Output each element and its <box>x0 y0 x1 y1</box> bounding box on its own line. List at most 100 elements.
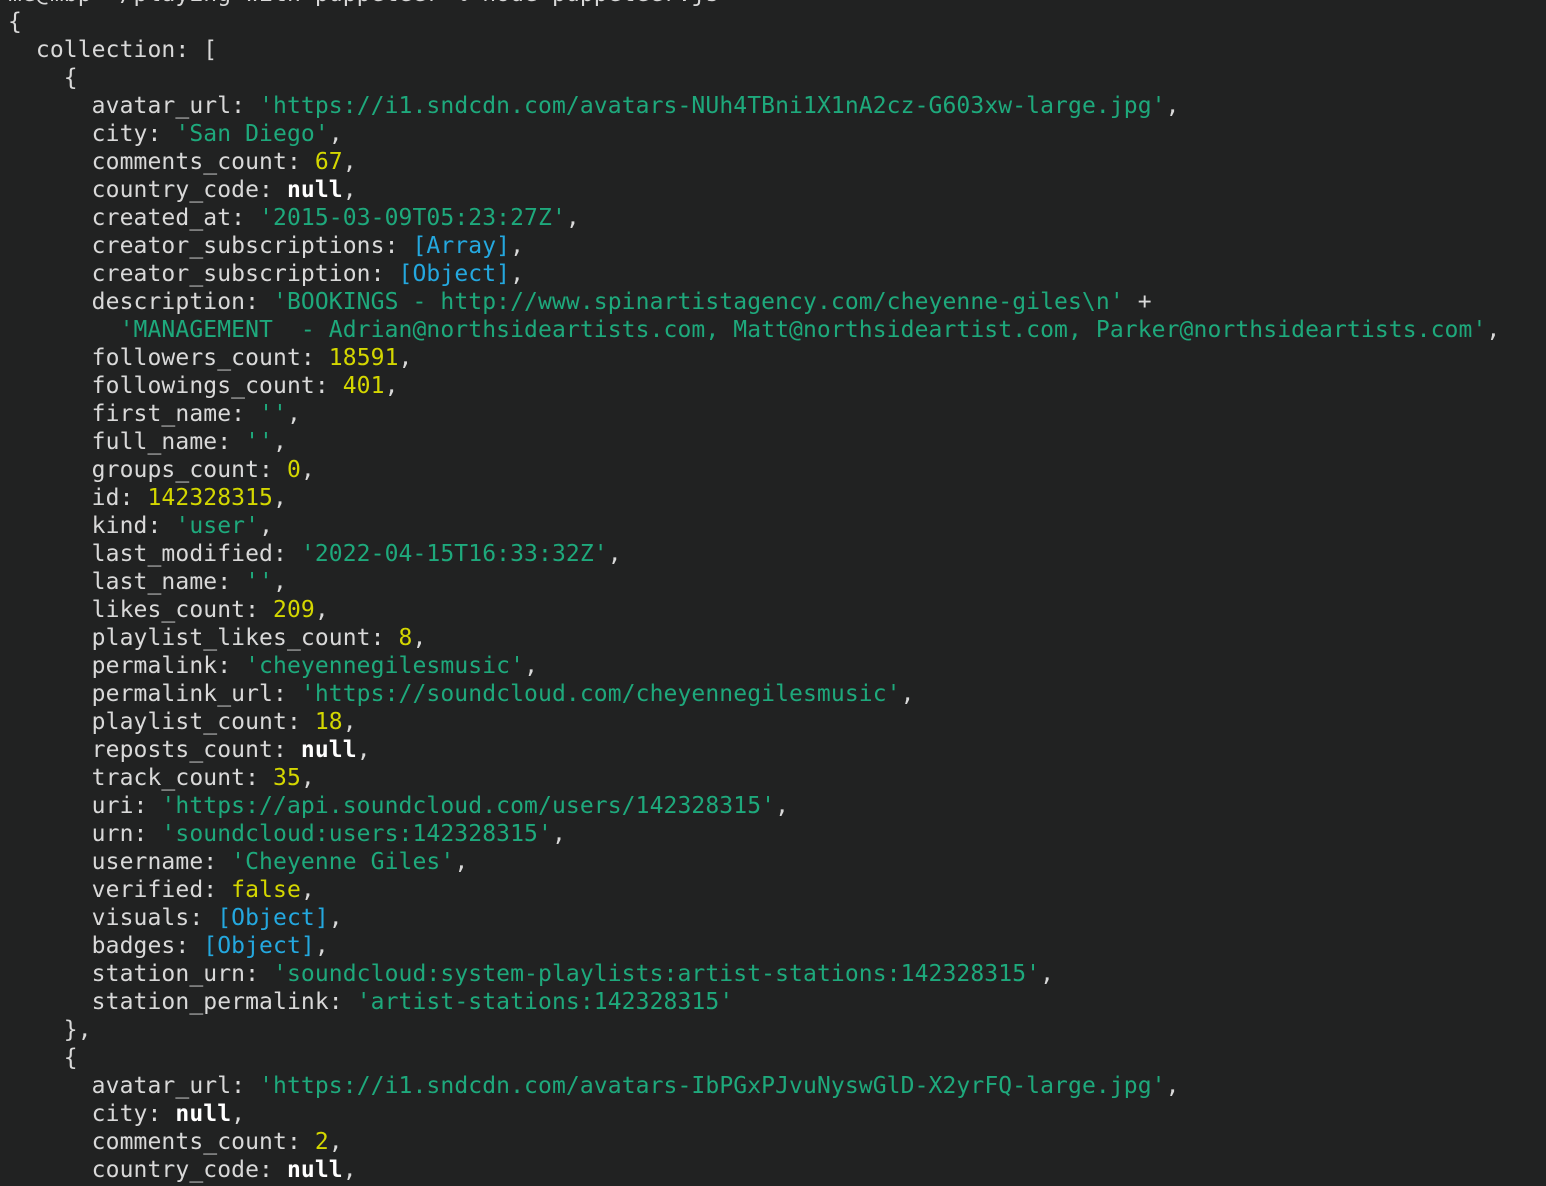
plain-token: , <box>329 1129 343 1155</box>
output-line: created_at: '2015-03-09T05:23:27Z', <box>8 204 1546 232</box>
output-line: 'MANAGEMENT - Adrian@northsideartists.co… <box>8 316 1546 344</box>
string-token: 'soundcloud:system-playlists:artist-stat… <box>273 961 1040 987</box>
output-line: avatar_url: 'https://i1.sndcdn.com/avata… <box>8 1072 1546 1100</box>
plain-token: , <box>343 709 357 735</box>
plain-token: permalink_url: <box>8 681 301 707</box>
string-token: '' <box>245 569 273 595</box>
terminal-screen: me@mbp ~/playing-with-puppeteer % node p… <box>0 0 1546 1186</box>
plain-token: followers_count: <box>8 345 329 371</box>
output-line: me@mbp ~/playing-with-puppeteer % node p… <box>8 0 1546 8</box>
object-ref-token: [Object] <box>399 261 511 287</box>
plain-token: , <box>259 513 273 539</box>
plain-token: full_name: <box>8 429 245 455</box>
plain-token: , <box>901 681 915 707</box>
plain-token: , <box>273 569 287 595</box>
output-line: id: 142328315, <box>8 484 1546 512</box>
string-token: 'San Diego' <box>175 121 328 147</box>
string-token: 'soundcloud:users:142328315' <box>161 821 552 847</box>
output-line: kind: 'user', <box>8 512 1546 540</box>
number-token: 209 <box>273 597 315 623</box>
plain-token: groups_count: <box>8 457 287 483</box>
plain-token: , <box>231 1101 245 1127</box>
output-line: avatar_url: 'https://i1.sndcdn.com/avata… <box>8 92 1546 120</box>
number-token: 18 <box>315 709 343 735</box>
string-token: 'user' <box>175 513 259 539</box>
plain-token: + <box>1124 289 1152 315</box>
number-token: 142328315 <box>147 485 273 511</box>
plain-token: , <box>343 1157 357 1183</box>
null-token: null <box>287 1157 343 1183</box>
plain-token: }, <box>8 1017 92 1043</box>
output-line: creator_subscriptions: [Array], <box>8 232 1546 260</box>
output-line: track_count: 35, <box>8 764 1546 792</box>
output-line: permalink_url: 'https://soundcloud.com/c… <box>8 680 1546 708</box>
plain-token: , <box>399 345 413 371</box>
plain-token: { <box>8 65 78 91</box>
output-line: comments_count: 2, <box>8 1128 1546 1156</box>
plain-token: , <box>343 149 357 175</box>
plain-token: , <box>1040 961 1054 987</box>
output-line: { <box>8 8 1546 36</box>
output-line: collection: [ <box>8 36 1546 64</box>
number-token: false <box>231 877 301 903</box>
string-token: 'artist-stations:142328315' <box>357 989 734 1015</box>
plain-token: creator_subscriptions: <box>8 233 412 259</box>
output-line: }, <box>8 1016 1546 1044</box>
plain-token: , <box>552 821 566 847</box>
plain-token: station_permalink: <box>8 989 357 1015</box>
output-line: followings_count: 401, <box>8 372 1546 400</box>
string-token: 'BOOKINGS - http://www.spinartistagency.… <box>273 289 1124 315</box>
output-line: username: 'Cheyenne Giles', <box>8 848 1546 876</box>
plain-token: username: <box>8 849 231 875</box>
string-token: 'MANAGEMENT - Adrian@northsideartists.co… <box>120 317 1487 343</box>
plain-token: verified: <box>8 877 231 903</box>
number-token: 401 <box>343 373 385 399</box>
plain-token: followings_count: <box>8 373 343 399</box>
string-token: '2015-03-09T05:23:27Z' <box>259 205 566 231</box>
plain-token: , <box>524 653 538 679</box>
string-token: 'https://api.soundcloud.com/users/142328… <box>161 793 775 819</box>
plain-token: , <box>273 429 287 455</box>
plain-token: collection: [ <box>8 37 217 63</box>
plain-token: me@mbp ~/playing-with-puppeteer % node p… <box>8 0 719 7</box>
output-line: playlist_likes_count: 8, <box>8 624 1546 652</box>
plain-token: comments_count: <box>8 1129 315 1155</box>
string-token: '' <box>245 429 273 455</box>
plain-token: { <box>8 9 22 35</box>
plain-token: , <box>329 121 343 147</box>
output-line: followers_count: 18591, <box>8 344 1546 372</box>
plain-token: avatar_url: <box>8 93 259 119</box>
plain-token: { <box>8 1045 78 1071</box>
plain-token: permalink: <box>8 653 245 679</box>
null-token: null <box>301 737 357 763</box>
plain-token: first_name: <box>8 401 259 427</box>
plain-token: , <box>385 373 399 399</box>
output-line: urn: 'soundcloud:users:142328315', <box>8 820 1546 848</box>
plain-token: , <box>273 485 287 511</box>
plain-token: city: <box>8 1101 175 1127</box>
output-line: city: 'San Diego', <box>8 120 1546 148</box>
number-token: 35 <box>273 765 301 791</box>
plain-token: description: <box>8 289 273 315</box>
plain-token: , <box>566 205 580 231</box>
string-token: 'https://soundcloud.com/cheyennegilesmus… <box>301 681 901 707</box>
output-line: station_permalink: 'artist-stations:1423… <box>8 988 1546 1016</box>
output-line: comments_count: 67, <box>8 148 1546 176</box>
output-line: city: null, <box>8 1100 1546 1128</box>
plain-token: , <box>343 177 357 203</box>
output-line: first_name: '', <box>8 400 1546 428</box>
number-token: 2 <box>315 1129 329 1155</box>
plain-token: , <box>412 625 426 651</box>
output-line: creator_subscription: [Object], <box>8 260 1546 288</box>
plain-token: comments_count: <box>8 149 315 175</box>
plain-token: playlist_count: <box>8 709 315 735</box>
plain-token: , <box>287 401 301 427</box>
string-token: 'https://i1.sndcdn.com/avatars-NUh4TBni1… <box>259 93 1166 119</box>
plain-token: playlist_likes_count: <box>8 625 399 651</box>
plain-token <box>8 317 120 343</box>
output-line: country_code: null, <box>8 176 1546 204</box>
output-line: likes_count: 209, <box>8 596 1546 624</box>
plain-token: , <box>315 933 329 959</box>
output-line: reposts_count: null, <box>8 736 1546 764</box>
plain-token: , <box>1486 317 1500 343</box>
